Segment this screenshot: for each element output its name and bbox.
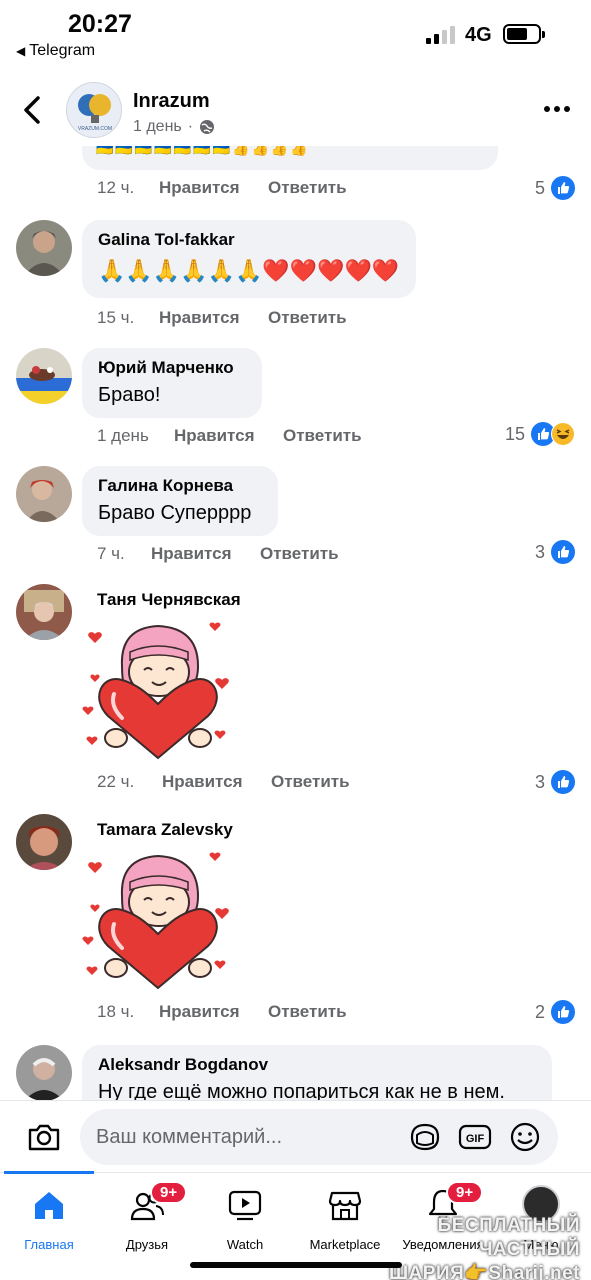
back-to-app-link[interactable]: ◀ Telegram [16, 42, 95, 60]
comment-author[interactable]: Галина Корнева [98, 476, 262, 496]
tab-watch[interactable]: Watch [196, 1181, 294, 1252]
emoji-icon[interactable] [508, 1121, 542, 1153]
dot-separator: · [187, 118, 194, 135]
comment-input[interactable] [96, 1109, 396, 1165]
reply-button[interactable]: Ответить [260, 544, 339, 564]
globe-icon [200, 120, 215, 134]
commenter-avatar[interactable] [16, 466, 72, 522]
marketplace-icon [328, 1191, 362, 1221]
page-name[interactable]: Inrazum [133, 90, 210, 113]
like-button[interactable]: Нравится [159, 308, 268, 328]
reply-button[interactable]: Ответить [268, 308, 347, 328]
reply-button[interactable]: Ответить [268, 1002, 347, 1022]
back-arrow-icon[interactable] [18, 92, 48, 128]
page-avatar[interactable]: VRAZUM.COM [66, 82, 122, 138]
svg-text:GIF: GIF [466, 1133, 485, 1145]
like-button[interactable]: Нравится [162, 772, 271, 792]
comment-time: 12 ч. [97, 178, 135, 197]
reply-button[interactable]: Ответить [283, 426, 362, 446]
reply-button[interactable]: Ответить [268, 178, 347, 198]
comment-bubble[interactable]: Galina Tol-fakkar 🙏🙏🙏🙏🙏🙏❤️❤️❤️❤️❤️ [82, 220, 416, 298]
comment-author[interactable]: Galina Tol-fakkar [98, 230, 400, 250]
like-button[interactable]: Нравится [151, 544, 260, 564]
reaction-summary[interactable]: 15 [505, 422, 575, 446]
comment-time: 18 ч. [97, 1002, 135, 1021]
reaction-count: 2 [534, 1001, 545, 1022]
post-time: 1 день [133, 118, 182, 135]
reaction-summary[interactable]: 3 [535, 770, 575, 794]
comment-bubble[interactable]: Галина Корнева Браво Суперррр [82, 466, 278, 536]
comment-input-box[interactable]: GIF [80, 1109, 558, 1165]
reaction-count: 5 [534, 177, 545, 198]
back-app-label: Telegram [29, 42, 96, 59]
haha-reaction-icon [551, 422, 575, 446]
comment-text: 🙏🙏🙏🙏🙏🙏❤️❤️❤️❤️❤️ [98, 258, 400, 283]
status-time: 20:27 [68, 10, 132, 38]
comment-text: Браво Суперррр [98, 502, 252, 524]
comment-author[interactable]: Юрий Марченко [98, 358, 246, 378]
commenter-avatar[interactable] [16, 1045, 72, 1101]
signal-icon [426, 26, 455, 44]
comment-text: Браво! [98, 384, 161, 406]
reaction-summary[interactable]: 2 [535, 1000, 575, 1024]
comment-author[interactable]: Tamara Zalevsky [97, 820, 233, 840]
watermark: БЕСПЛАТНЫЙ ЧАСТНЫЙ ШАРИЯ👉Sharij.net [360, 1214, 580, 1280]
reply-button[interactable]: Ответить [271, 772, 350, 792]
home-indicator[interactable] [190, 1262, 402, 1268]
more-options-icon[interactable] [542, 104, 572, 114]
comment-author[interactable]: Aleksandr Bogdanov [98, 1055, 536, 1075]
like-reaction-icon [551, 1000, 575, 1024]
commenter-avatar[interactable] [16, 220, 72, 276]
like-button[interactable]: Нравится [174, 426, 283, 446]
network-type: 4G [465, 24, 492, 46]
reaction-count: 3 [534, 771, 545, 792]
like-reaction-icon [551, 770, 575, 794]
tab-label: Друзья [125, 1237, 169, 1252]
partial-comment-text: 🇺🇦🇺🇦🇺🇦🇺🇦🇺🇦🇺🇦🇺🇦👍👍👍👍 [96, 146, 310, 156]
like-reaction-icon [551, 176, 575, 200]
comment-bubble[interactable]: Юрий Марченко Браво! [82, 348, 262, 418]
like-button[interactable]: Нравится [159, 1002, 268, 1022]
tab-label: Главная [24, 1237, 74, 1252]
commenter-avatar[interactable] [16, 348, 72, 404]
camera-icon[interactable] [26, 1121, 62, 1153]
comment-author[interactable]: Таня Чернявская [97, 590, 241, 610]
reaction-summary[interactable]: 5 [535, 176, 575, 200]
back-triangle-icon: ◀ [16, 44, 26, 58]
reaction-count: 3 [534, 541, 545, 562]
heart-girl-sticker[interactable] [80, 850, 234, 990]
active-tab-indicator [4, 1171, 94, 1174]
battery-icon [503, 24, 545, 44]
comment-time: 22 ч. [97, 772, 135, 791]
notifications-badge: 9+ [446, 1181, 484, 1204]
status-bar: 20:27 ◀ Telegram 4G [0, 0, 591, 70]
friends-badge: 9+ [150, 1181, 188, 1204]
commenter-avatar[interactable] [16, 584, 72, 640]
post-header: VRAZUM.COM Inrazum 1 день · [0, 74, 591, 146]
comment-time: 1 день [97, 426, 149, 445]
like-button[interactable]: Нравится [159, 178, 268, 198]
avatar-sticker-icon[interactable] [408, 1121, 442, 1153]
comment-composer: GIF [0, 1100, 591, 1172]
tab-home[interactable]: Главная [0, 1181, 98, 1252]
comment-time: 7 ч. [97, 544, 125, 563]
reaction-summary[interactable]: 3 [535, 540, 575, 564]
partial-comment-bubble: 🇺🇦🇺🇦🇺🇦🇺🇦🇺🇦🇺🇦🇺🇦👍👍👍👍 [82, 146, 498, 170]
reaction-count: 15 [504, 423, 525, 444]
tab-friends[interactable]: 9+ Друзья [98, 1181, 196, 1252]
watermark-line-1: БЕСПЛАТНЫЙ ЧАСТНЫЙ [437, 1215, 580, 1260]
commenter-avatar[interactable] [16, 814, 72, 870]
svg-text:VRAZUM.COM: VRAZUM.COM [78, 126, 112, 132]
watch-icon [228, 1190, 262, 1221]
comment-time: 15 ч. [97, 308, 135, 327]
heart-girl-sticker[interactable] [80, 620, 234, 760]
like-reaction-icon [551, 540, 575, 564]
gif-icon[interactable]: GIF [458, 1121, 492, 1153]
tab-label: Watch [226, 1237, 264, 1252]
post-meta: 1 день · [133, 118, 215, 136]
home-icon [35, 1192, 63, 1219]
